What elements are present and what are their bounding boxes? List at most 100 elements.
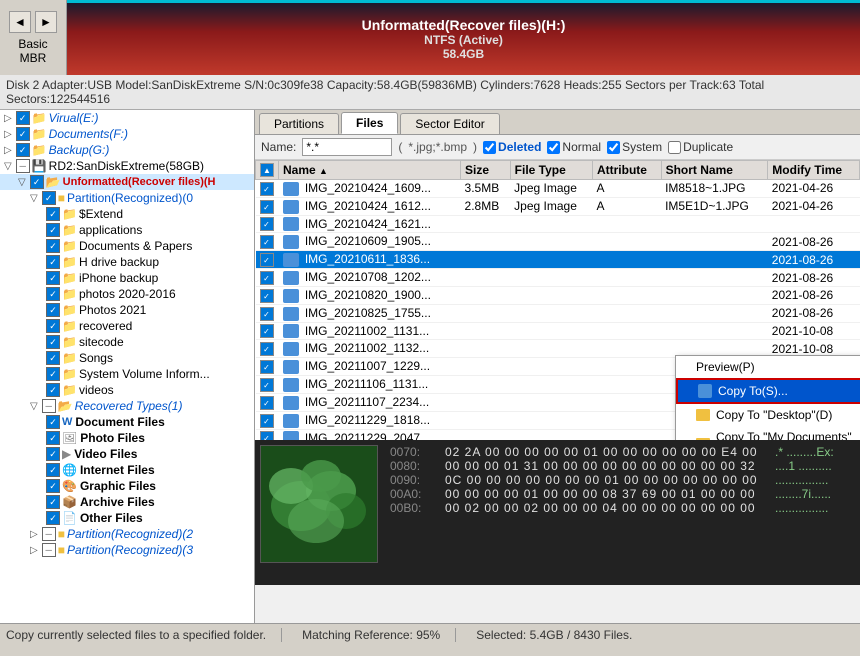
sidebar-item-iphone[interactable]: 📁 iPhone backup — [0, 270, 254, 286]
sidebar-item-applications[interactable]: 📁 applications — [0, 222, 254, 238]
col-shortname[interactable]: Short Name — [661, 161, 768, 180]
row-checkbox[interactable] — [256, 215, 279, 233]
sidebar-item-hdrive[interactable]: 📁 H drive backup — [0, 254, 254, 270]
checkbox[interactable] — [30, 175, 44, 189]
col-attribute[interactable]: Attribute — [592, 161, 661, 180]
row-checkbox[interactable] — [256, 251, 279, 269]
checkbox[interactable] — [46, 431, 60, 445]
checkbox[interactable] — [46, 207, 60, 221]
sidebar-item-extend[interactable]: 📁 $Extend — [0, 206, 254, 222]
context-menu-item[interactable]: Preview(P) — [676, 356, 860, 378]
filter-name-input[interactable] — [302, 138, 392, 156]
table-row[interactable]: IMG_20210424_1612... 2.8MB Jpeg Image A … — [256, 197, 860, 215]
sidebar-item-sitecode[interactable]: 📁 sitecode — [0, 334, 254, 350]
col-filetype[interactable]: File Type — [510, 161, 592, 180]
expand-icon[interactable]: ▷ — [4, 113, 12, 124]
row-checkbox[interactable] — [256, 304, 279, 322]
checkbox[interactable]: ─ — [16, 159, 30, 173]
checkbox[interactable] — [46, 255, 60, 269]
tab-sector-editor[interactable]: Sector Editor — [400, 113, 499, 134]
sidebar-item-recovered[interactable]: 📁 recovered — [0, 318, 254, 334]
expand-icon[interactable]: ▽ — [30, 193, 38, 204]
filter-system[interactable]: System — [607, 140, 662, 154]
filter-duplicate[interactable]: Duplicate — [668, 140, 733, 154]
sidebar-item-recovered-types[interactable]: ▽ ─ 📂 Recovered Types(1) — [0, 398, 254, 414]
sidebar-item-rd2[interactable]: ▽ ─ 💾 RD2:SanDiskExtreme(58GB) — [0, 158, 254, 174]
sidebar-item-sysvolume[interactable]: 📁 System Volume Inform... — [0, 366, 254, 382]
sidebar-item-archive-files[interactable]: 📦 Archive Files — [0, 494, 254, 510]
sidebar-item-partition3[interactable]: ▷ ─ ■ Partition(Recognized)(3 — [0, 542, 254, 558]
expand-icon[interactable]: ▷ — [30, 529, 38, 540]
sidebar-item-documents[interactable]: ▷ 📁 Documents(F:) — [0, 126, 254, 142]
row-checkbox[interactable] — [256, 233, 279, 251]
col-size[interactable]: Size — [461, 161, 511, 180]
col-modifytime[interactable]: Modify Time — [768, 161, 860, 180]
row-checkbox[interactable] — [256, 340, 279, 358]
sidebar-item-docs-papers[interactable]: 📁 Documents & Papers — [0, 238, 254, 254]
expand-icon[interactable]: ▽ — [30, 401, 38, 412]
checkbox[interactable]: ─ — [42, 399, 56, 413]
sidebar-item-partition0[interactable]: ▽ ■ Partition(Recognized)(0 — [0, 190, 254, 206]
sidebar-item-partition2[interactable]: ▷ ─ ■ Partition(Recognized)(2 — [0, 526, 254, 542]
filter-normal[interactable]: Normal — [547, 140, 601, 154]
checkbox[interactable] — [46, 511, 60, 525]
sidebar-item-document-files[interactable]: W Document Files — [0, 414, 254, 430]
table-row[interactable]: IMG_20210609_1905... 2021-08-26 — [256, 233, 860, 251]
filter-deleted[interactable]: Deleted — [483, 140, 541, 154]
tab-partitions[interactable]: Partitions — [259, 113, 339, 134]
context-menu-item[interactable]: Copy To "Desktop"(D) — [676, 404, 860, 426]
table-row[interactable]: IMG_20210825_1755... 2021-08-26 — [256, 304, 860, 322]
checkbox[interactable] — [42, 191, 56, 205]
sidebar-item-videos[interactable]: 📁 videos — [0, 382, 254, 398]
row-checkbox[interactable] — [256, 322, 279, 340]
table-row[interactable]: IMG_20210820_1900... 2021-08-26 — [256, 286, 860, 304]
row-checkbox[interactable] — [256, 429, 279, 440]
sidebar-item-other-files[interactable]: 📄 Other Files — [0, 510, 254, 526]
checkbox[interactable] — [16, 111, 30, 125]
row-checkbox[interactable] — [256, 197, 279, 215]
row-checkbox[interactable] — [256, 411, 279, 429]
row-checkbox[interactable] — [256, 269, 279, 287]
checkbox[interactable] — [46, 351, 60, 365]
checkbox[interactable] — [46, 319, 60, 333]
expand-icon[interactable]: ▽ — [18, 177, 26, 188]
sidebar-item-backup[interactable]: ▷ 📁 Backup(G:) — [0, 142, 254, 158]
row-checkbox[interactable] — [256, 376, 279, 394]
expand-icon[interactable]: ▷ — [4, 145, 12, 156]
table-row[interactable]: IMG_20210611_1836... 2021-08-26 — [256, 251, 860, 269]
back-button[interactable]: ◄ — [9, 11, 31, 33]
checkbox[interactable] — [46, 495, 60, 509]
sidebar-item-video-files[interactable]: ▶ Video Files — [0, 446, 254, 462]
expand-icon[interactable]: ▷ — [30, 545, 38, 556]
table-row[interactable]: IMG_20210424_1621... — [256, 215, 860, 233]
checkbox[interactable] — [46, 415, 60, 429]
expand-icon[interactable]: ▽ — [4, 161, 12, 172]
sidebar-item-unformatted[interactable]: ▽ 📂 Unformatted(Recover files)(H — [0, 174, 254, 190]
checkbox[interactable] — [46, 447, 60, 461]
row-checkbox[interactable] — [256, 393, 279, 411]
row-checkbox[interactable] — [256, 180, 279, 198]
checkbox[interactable] — [46, 271, 60, 285]
tab-files[interactable]: Files — [341, 112, 398, 134]
checkbox[interactable] — [46, 479, 60, 493]
checkbox[interactable] — [46, 303, 60, 317]
checkbox[interactable] — [16, 143, 30, 157]
checkbox[interactable] — [46, 367, 60, 381]
table-row[interactable]: IMG_20211002_1131... 2021-10-08 — [256, 322, 860, 340]
checkbox[interactable]: ─ — [42, 527, 56, 541]
col-name[interactable]: Name ▲ — [279, 161, 461, 180]
sidebar-item-photos2020[interactable]: 📁 photos 2020-2016 — [0, 286, 254, 302]
sidebar-item-internet-files[interactable]: 🌐 Internet Files — [0, 462, 254, 478]
forward-button[interactable]: ► — [35, 11, 57, 33]
sidebar-item-songs[interactable]: 📁 Songs — [0, 350, 254, 366]
expand-icon[interactable]: ▷ — [4, 129, 12, 140]
context-menu-item[interactable]: Copy To(S)... — [676, 378, 860, 404]
context-menu-item[interactable]: Copy To "My Documents"(M) — [676, 426, 860, 440]
checkbox[interactable] — [46, 383, 60, 397]
row-checkbox[interactable] — [256, 358, 279, 376]
checkbox[interactable] — [46, 239, 60, 253]
sidebar-item-virual[interactable]: ▷ 📁 Virual(E:) — [0, 110, 254, 126]
sidebar-item-photo-files[interactable]: 🖼 Photo Files — [0, 430, 254, 446]
checkbox[interactable] — [46, 463, 60, 477]
row-checkbox[interactable] — [256, 286, 279, 304]
